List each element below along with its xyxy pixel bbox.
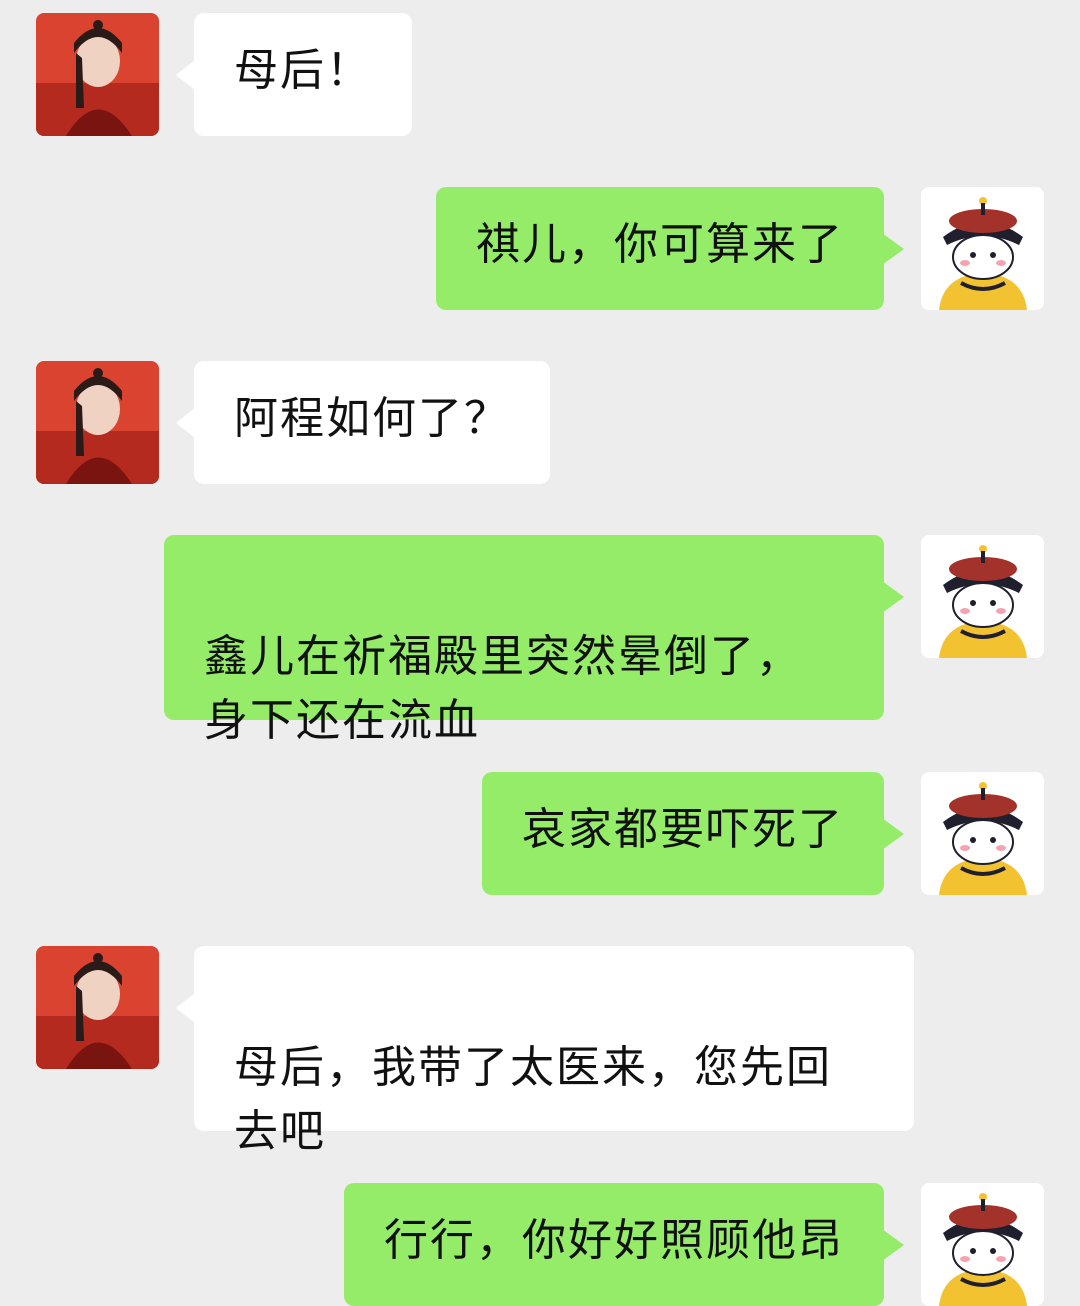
message-text: 祺儿，你可算来了 (476, 219, 844, 270)
person-photo-icon (36, 361, 159, 484)
emperor-cartoon-icon (921, 772, 1044, 895)
contact-avatar[interactable] (36, 946, 159, 1069)
emperor-cartoon-icon (921, 187, 1044, 310)
message-bubble-received[interactable]: 母后！ (176, 13, 412, 136)
message-text: 阿程如何了？ (234, 393, 510, 444)
message-text: 哀家都要吓死了 (522, 804, 844, 855)
my-avatar[interactable] (921, 535, 1044, 658)
contact-avatar[interactable] (36, 13, 159, 136)
message-bubble-received[interactable]: 阿程如何了？ (176, 361, 550, 484)
message-bubble-sent[interactable]: 行行，你好好照顾他昂 (344, 1183, 904, 1306)
message-bubble-sent[interactable]: 鑫儿在祈福殿里突然晕倒了， 身下还在流血 (164, 535, 904, 746)
my-avatar[interactable] (921, 772, 1044, 895)
emperor-cartoon-icon (921, 535, 1044, 658)
person-photo-icon (36, 13, 159, 136)
message-bubble-sent[interactable]: 祺儿，你可算来了 (436, 187, 904, 310)
contact-avatar[interactable] (36, 361, 159, 484)
message-bubble-sent[interactable]: 哀家都要吓死了 (482, 772, 904, 895)
message-text: 母后！ (234, 45, 372, 96)
message-text: 鑫儿在祈福殿里突然晕倒了， 身下还在流血 (204, 631, 802, 746)
message-text: 行行，你好好照顾他昂 (384, 1215, 844, 1266)
chat-conversation: 母后！ 祺儿，你可算来了 阿程如何了？ 鑫儿在祈福殿里突然晕倒了， 身下还在流血… (0, 0, 1080, 1306)
emperor-cartoon-icon (921, 1183, 1044, 1306)
my-avatar[interactable] (921, 187, 1044, 310)
message-bubble-received[interactable]: 母后，我带了太医来，您先回 去吧 (176, 946, 914, 1157)
person-photo-icon (36, 946, 159, 1069)
my-avatar[interactable] (921, 1183, 1044, 1306)
message-text: 母后，我带了太医来，您先回 去吧 (234, 1042, 832, 1157)
